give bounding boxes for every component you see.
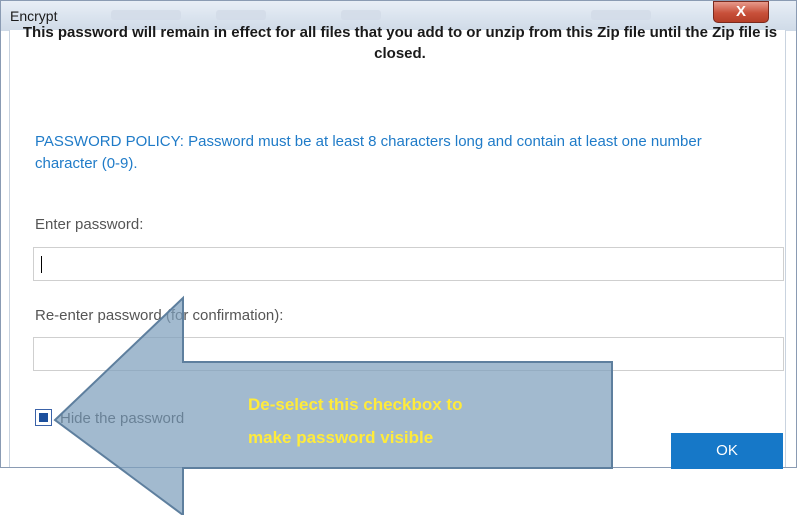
ok-button[interactable]: OK <box>671 433 783 469</box>
reenter-password-label: Re-enter password (for confirmation): <box>35 307 284 324</box>
titlebar-ghost <box>111 10 181 20</box>
enter-password-label: Enter password: <box>35 216 144 233</box>
titlebar-ghost <box>591 10 651 20</box>
hide-password-label[interactable]: Hide the password <box>60 410 184 427</box>
annotation-line-1: De-select this checkbox to <box>248 395 463 414</box>
titlebar-ghost <box>216 10 266 20</box>
dialog-heading: This password will remain in effect for … <box>22 24 778 62</box>
password-policy-text: PASSWORD POLICY: Password must be at lea… <box>35 133 702 172</box>
reenter-password-input[interactable] <box>33 337 784 371</box>
annotation-callout: De-select this checkbox to make password… <box>248 388 578 454</box>
close-icon: X <box>735 3 746 20</box>
titlebar-ghost <box>341 10 381 20</box>
text-caret <box>41 256 42 273</box>
annotation-line-2: make password visible <box>248 428 434 447</box>
close-button[interactable]: X <box>713 1 769 23</box>
hide-password-checkbox[interactable] <box>35 409 52 426</box>
enter-password-input[interactable] <box>33 247 784 281</box>
checkbox-checked-indicator <box>39 413 48 422</box>
